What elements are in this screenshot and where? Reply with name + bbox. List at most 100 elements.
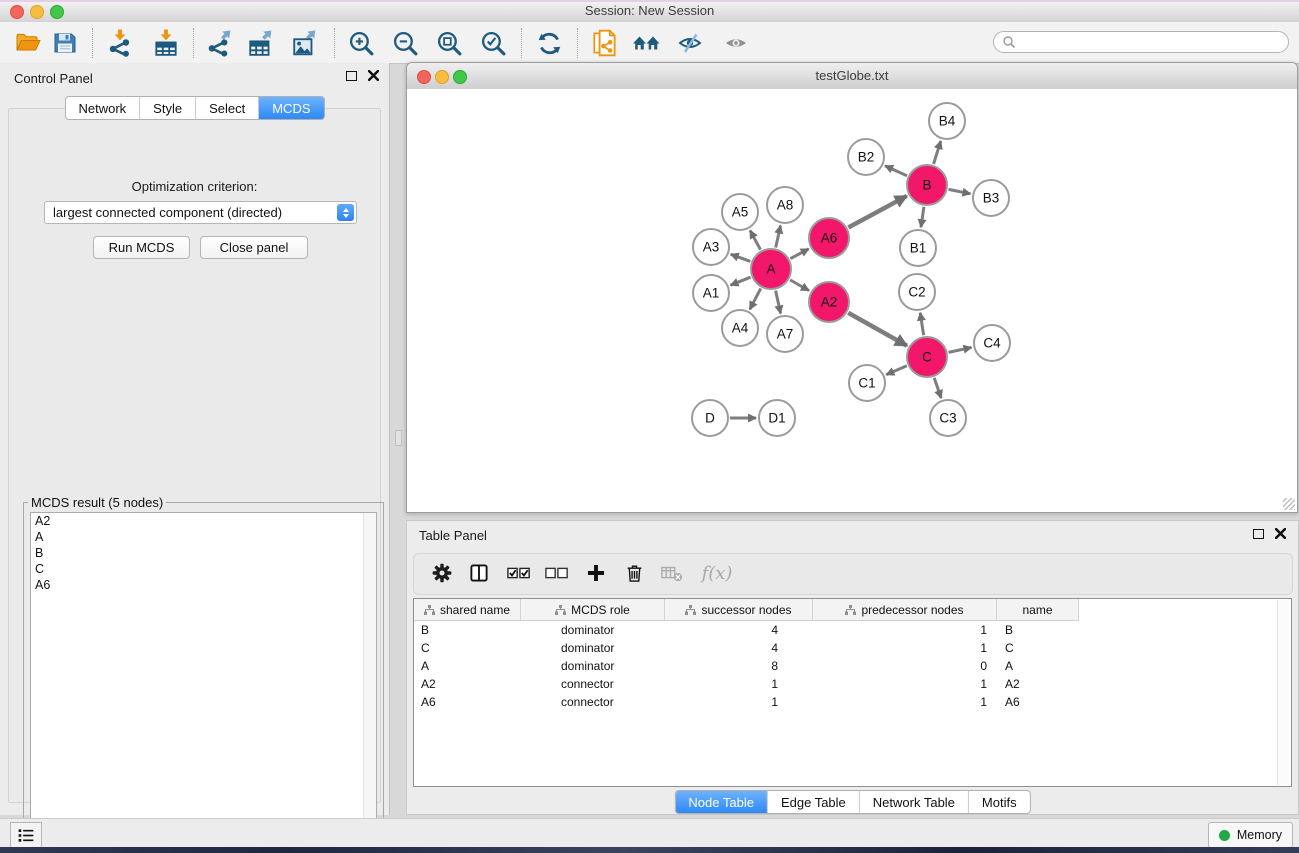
network-view-window: testGlobe.txt B4B2BB3A8A5A6A3B1AA1C2A2A4…	[406, 62, 1298, 513]
table-settings-button[interactable]	[426, 557, 458, 589]
tab-mcds[interactable]: MCDS	[258, 97, 323, 119]
table-header-row: shared nameMCDS rolesuccessor nodesprede…	[414, 599, 1079, 621]
add-column-button[interactable]	[580, 557, 612, 589]
node-label-A4: A4	[732, 321, 749, 336]
refresh-button[interactable]	[533, 26, 565, 60]
control-panel-title: Control Panel	[14, 71, 93, 86]
export-image-button[interactable]	[289, 26, 321, 60]
edge-C-C1[interactable]	[886, 366, 907, 375]
criterion-dropdown[interactable]: largest connected component (directed)	[44, 201, 357, 224]
tab-node-table[interactable]: Node Table	[675, 791, 767, 813]
apply-function-button[interactable]: f(x)	[695, 557, 739, 589]
tab-edge-table[interactable]: Edge Table	[767, 791, 859, 813]
float-table-panel-icon[interactable]	[1253, 529, 1264, 539]
close-panel-button[interactable]: Close panel	[200, 236, 308, 259]
node-label-B: B	[922, 178, 931, 193]
edge-C-C2[interactable]	[920, 313, 923, 336]
export-network-icon	[206, 29, 234, 57]
main-titlebar: Session: New Session	[0, 0, 1299, 23]
new-network-from-selection-button[interactable]	[589, 26, 621, 60]
column-header-shared-name[interactable]: shared name	[414, 599, 521, 620]
close-panel-icon[interactable]	[368, 70, 379, 81]
memory-button[interactable]: Memory	[1208, 822, 1293, 848]
table-row[interactable]: Cdominator41C	[414, 640, 1079, 656]
table-row[interactable]: A6connector11A6	[414, 694, 1079, 710]
float-panel-icon[interactable]	[346, 71, 357, 81]
mcds-result-item[interactable]: A6	[31, 577, 376, 593]
network-window-titlebar[interactable]: testGlobe.txt	[407, 63, 1297, 90]
save-session-button[interactable]	[49, 26, 81, 60]
node-label-A6: A6	[821, 231, 838, 246]
eye-slash-icon	[676, 30, 704, 56]
network-canvas-area[interactable]: B4B2BB3A8A5A6A3B1AA1C2A2A4A7C4CC1C3DD1	[407, 89, 1297, 512]
tab-motifs[interactable]: Motifs	[968, 791, 1030, 813]
edge-A-A8[interactable]	[776, 226, 781, 248]
edge-A-A5[interactable]	[750, 230, 760, 249]
mcds-result-item[interactable]: A2	[31, 513, 376, 529]
mcds-result-item[interactable]: A	[31, 529, 376, 545]
show-panels-button[interactable]	[10, 822, 42, 848]
home-layout-button[interactable]	[631, 26, 663, 60]
column-header-predecessor-nodes[interactable]: predecessor nodes	[813, 599, 997, 620]
edge-B-B1[interactable]	[921, 207, 924, 227]
edge-A-A7[interactable]	[776, 291, 781, 314]
edge-A-A4[interactable]	[750, 288, 761, 309]
node-label-A: A	[766, 262, 775, 277]
table-scrollbar[interactable]	[1277, 600, 1290, 785]
edge-A6-B[interactable]	[848, 196, 906, 228]
import-network-button[interactable]	[104, 26, 136, 60]
table-row[interactable]: A2connector11A2	[414, 676, 1079, 692]
zoom-out-button[interactable]	[389, 26, 421, 60]
export-table-button[interactable]	[245, 26, 277, 60]
export-network-button[interactable]	[204, 26, 236, 60]
column-header-MCDS-role[interactable]: MCDS role	[521, 599, 665, 620]
edge-C-C4[interactable]	[949, 347, 972, 352]
checked-boxes-icon	[507, 565, 531, 581]
edge-B-B2[interactable]	[885, 166, 907, 176]
deselect-all-button[interactable]	[541, 557, 573, 589]
edge-B-B3[interactable]	[949, 189, 971, 193]
edge-A-A2[interactable]	[790, 280, 809, 291]
hide-graphics-details-button[interactable]	[674, 26, 706, 60]
search-input[interactable]	[993, 31, 1289, 53]
zoom-fit-button[interactable]	[433, 26, 465, 60]
node-label-C: C	[922, 350, 932, 365]
window-resize-grip[interactable]	[1283, 498, 1295, 510]
column-header-successor-nodes[interactable]: successor nodes	[665, 599, 813, 620]
mcds-result-item[interactable]: C	[31, 561, 376, 577]
zoom-selected-button[interactable]	[477, 26, 509, 60]
unchecked-boxes-icon	[545, 565, 569, 581]
column-header-name[interactable]: name	[997, 599, 1079, 620]
show-columns-button[interactable]	[463, 557, 495, 589]
edge-A-A1[interactable]	[730, 277, 750, 285]
search-icon	[1002, 35, 1016, 49]
close-table-panel-icon[interactable]	[1275, 528, 1286, 539]
import-table-button[interactable]	[150, 26, 182, 60]
zoom-in-button[interactable]	[345, 26, 377, 60]
hide-column-button[interactable]	[656, 557, 688, 589]
network-canvas[interactable]: B4B2BB3A8A5A6A3B1AA1C2A2A4A7C4CC1C3DD1	[407, 89, 1297, 512]
table-row[interactable]: Bdominator41B	[414, 622, 1079, 638]
tab-style[interactable]: Style	[139, 97, 195, 119]
trash-icon	[624, 562, 645, 584]
mcds-list-scrollbar[interactable]	[363, 513, 376, 838]
show-graphics-details-button[interactable]	[720, 26, 752, 60]
edge-A-A6[interactable]	[790, 249, 808, 259]
open-session-button[interactable]	[12, 26, 44, 60]
mcds-result-item[interactable]: B	[31, 545, 376, 561]
edge-B-B4[interactable]	[934, 141, 941, 164]
node-label-A3: A3	[703, 240, 720, 255]
tab-select[interactable]: Select	[195, 97, 258, 119]
tab-network[interactable]: Network	[65, 97, 139, 119]
select-all-button[interactable]	[503, 557, 535, 589]
tab-network-table[interactable]: Network Table	[859, 791, 968, 813]
zoom-out-icon	[392, 30, 419, 57]
edge-A2-C[interactable]	[848, 313, 907, 346]
edge-A-A3[interactable]	[731, 254, 751, 261]
delete-column-button[interactable]	[618, 557, 650, 589]
panel-resize-grip[interactable]	[395, 430, 402, 446]
edge-C-C3[interactable]	[934, 378, 941, 398]
table-row[interactable]: Adominator80A	[414, 658, 1079, 674]
run-mcds-button[interactable]: Run MCDS	[93, 236, 190, 259]
import-table-icon	[152, 29, 180, 57]
